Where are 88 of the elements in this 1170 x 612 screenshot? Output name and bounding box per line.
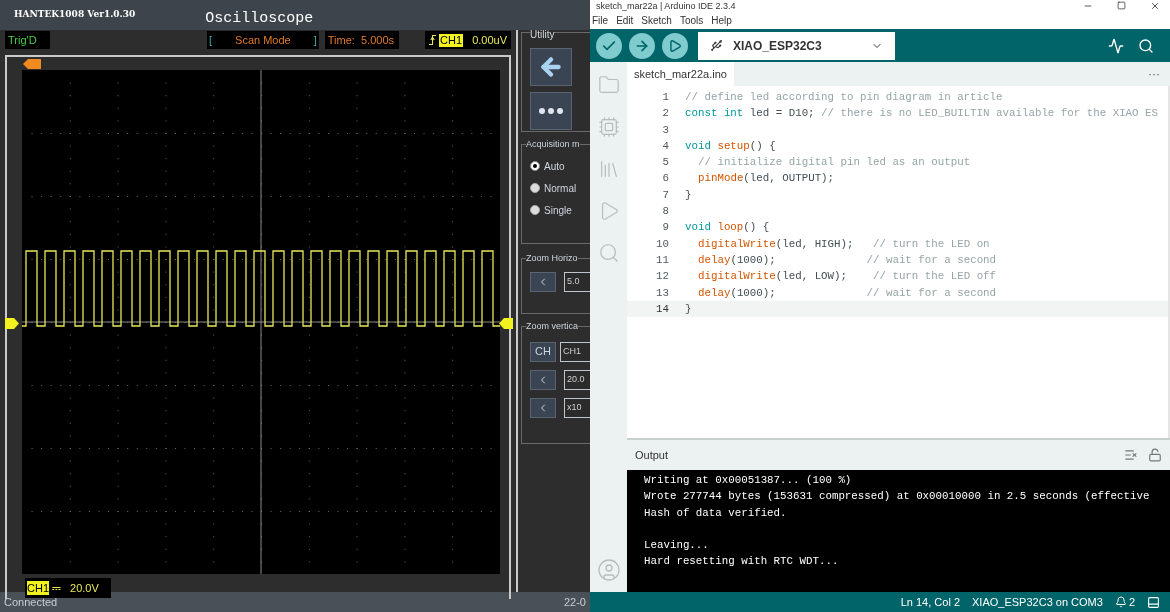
code-line: void setup() { — [684, 138, 776, 154]
code-line: void loop() { — [684, 220, 770, 236]
serial-plotter-icon — [1108, 37, 1124, 54]
usb-icon — [710, 39, 723, 52]
play-icon — [668, 38, 682, 53]
maximize-icon — [1117, 1, 1126, 10]
board-port: XIAO_ESP32C3 on COM3 — [972, 594, 1103, 610]
back-button[interactable] — [530, 48, 572, 86]
group-label: Utility — [530, 30, 555, 42]
channel-button[interactable]: CH — [530, 341, 556, 362]
menu-item[interactable]: File — [592, 13, 609, 28]
mode-radio[interactable]: Auto — [530, 158, 590, 174]
output-label: Output — [635, 447, 669, 463]
code-line: digitalWrite(led, LOW); // turn the LED off — [697, 269, 997, 285]
file-tab[interactable]: sketch_mar22a.ino — [627, 62, 734, 86]
line-number: 5 — [661, 155, 670, 171]
mode-radio[interactable]: Normal — [530, 180, 590, 196]
verify-button[interactable] — [596, 32, 622, 59]
mode-display: [ Scan Mode ] — [207, 31, 319, 49]
line-number: 13 — [655, 285, 670, 301]
folder-icon — [597, 74, 620, 96]
notifications[interactable]: 2 — [1114, 593, 1135, 611]
output-line: Wrote 277744 bytes (153631 compressed) at 0x00010000 in 2.5 seconds (effective — [644, 489, 1151, 505]
code-line: const int led = D10; // there is no LED_BUILTIN available for the XIAO ES — [684, 106, 1158, 122]
close-icon — [1150, 1, 1160, 11]
value-field[interactable]: 20.0 — [564, 369, 590, 390]
line-number: 4 — [661, 138, 670, 154]
code-line: delay(1000); // wait for a second — [697, 252, 997, 268]
trigger-display: CH1 0.00uV — [425, 31, 511, 49]
app-version: HANTEK1008 Ver1.0.30 — [14, 8, 136, 22]
menu-item[interactable]: Edit — [616, 13, 634, 28]
more-menu[interactable]: ··· — [1148, 65, 1160, 83]
decrease-button[interactable] — [530, 369, 556, 390]
rising-edge-icon — [429, 34, 437, 46]
menu-item[interactable]: Tools — [679, 13, 704, 28]
clear-icon — [1124, 448, 1138, 462]
board-selector[interactable]: XIAO_ESP32C3 — [698, 31, 895, 60]
decrease-button[interactable] — [530, 397, 556, 418]
panel-icon — [1147, 595, 1160, 609]
channel-marker-icon — [5, 318, 19, 329]
output-line: Hard resetting with RTC WDT... — [644, 554, 840, 570]
code-line: pinMode(led, OUTPUT); — [697, 171, 835, 187]
line-number: 3 — [661, 122, 670, 138]
unlock-icon — [1148, 448, 1162, 462]
status-date: 22-0 — [563, 594, 586, 610]
output-line: Hash of data verified. — [644, 505, 788, 521]
code-line: } — [684, 301, 692, 317]
line-number: 14 — [655, 301, 670, 317]
board-icon — [597, 116, 620, 138]
dots-icon — [539, 108, 563, 114]
menu-item[interactable]: Help — [711, 13, 732, 28]
output-line: Leaving... — [644, 538, 710, 554]
mode-radio[interactable]: Single — [530, 202, 590, 218]
menu-item[interactable]: Sketch — [641, 13, 672, 28]
account-icon — [596, 558, 621, 582]
code-line: // initialize digital pin led as an output — [697, 155, 971, 171]
line-number: 7 — [661, 187, 670, 203]
bell-icon — [1114, 596, 1127, 608]
cursor-position: Ln 14, Col 2 — [900, 594, 961, 610]
line-number: 6 — [661, 171, 670, 187]
line-number: 8 — [661, 204, 670, 220]
line-number: 2 — [661, 106, 670, 122]
line-number: 9 — [661, 220, 670, 236]
window-title: Oscilloscope — [205, 8, 314, 29]
code-line: digitalWrite(led, HIGH); // turn the LED on — [697, 236, 990, 252]
time-display: Time: 5.000s — [324, 31, 400, 49]
trigger-status: Trig'D — [5, 31, 51, 49]
line-number: 11 — [655, 252, 670, 268]
line-number: 12 — [655, 269, 670, 285]
channel-scale: CH1 ⎓ 20.0V — [25, 578, 111, 598]
trigger-level-icon — [499, 318, 513, 329]
decrease-button[interactable] — [530, 271, 556, 292]
line-number: 1 — [661, 90, 670, 105]
debug-button[interactable] — [662, 32, 688, 59]
arrow-left-icon — [538, 54, 564, 80]
code-line: // define led according to pin diagram in article — [684, 90, 1003, 105]
output-line: Writing at 0x00051387... (100 %) — [644, 473, 853, 488]
value-field[interactable]: 5.0 — [564, 271, 590, 292]
line-number: 10 — [655, 236, 670, 252]
value-field[interactable]: CH1 — [560, 341, 590, 362]
value-field[interactable]: x10 — [564, 397, 590, 418]
more-button[interactable] — [530, 92, 572, 130]
upload-button[interactable] — [629, 32, 655, 59]
search-icon — [597, 242, 620, 264]
group-label: Acquisition m — [526, 138, 580, 152]
window-title: sketch_mar22a | Arduino IDE 2.3.4 — [596, 1, 736, 11]
code-line: delay(1000); // wait for a second — [697, 285, 997, 301]
code-line: } — [684, 187, 692, 203]
